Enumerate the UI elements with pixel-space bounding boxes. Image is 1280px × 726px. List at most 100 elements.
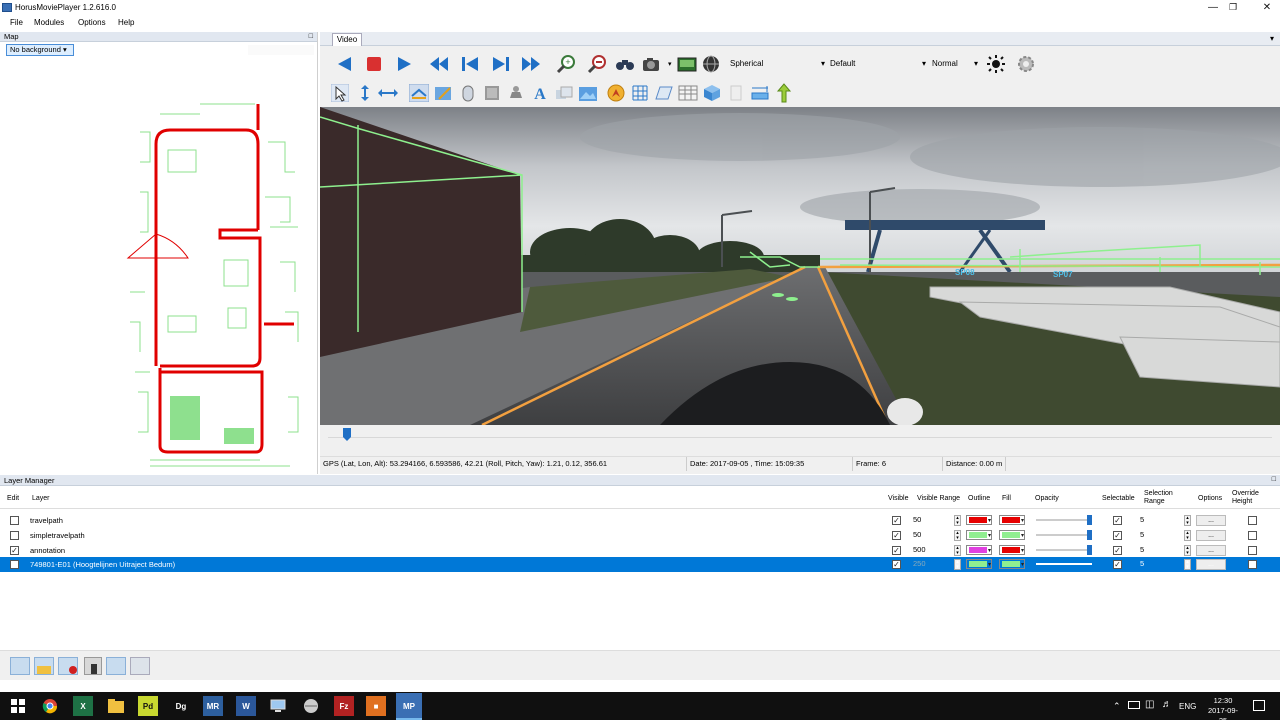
camera-dropdown-icon[interactable]: ▾ — [668, 60, 672, 68]
edit-checkbox[interactable]: ✓ — [10, 546, 19, 555]
mouse-icon[interactable] — [457, 82, 479, 104]
col-selectable[interactable]: Selectable — [1102, 495, 1135, 503]
selection-range-value[interactable]: 5 — [1140, 559, 1144, 568]
visible-range-spinner[interactable]: ▴ ▾ — [954, 545, 961, 556]
outline-color-picker[interactable]: ▾ — [966, 559, 992, 569]
profile-select[interactable]: Default ▾ — [828, 57, 926, 71]
stamp-icon[interactable] — [505, 82, 527, 104]
menu-help[interactable]: Help — [118, 18, 134, 27]
visible-range-value[interactable]: 500 — [913, 545, 951, 554]
selection-range-spinner[interactable]: ▴ ▾ — [1184, 515, 1191, 526]
opacity-slider[interactable] — [1036, 515, 1092, 525]
visible-range-spinner[interactable]: ▴ ▾ — [954, 559, 961, 570]
close-icon[interactable]: ✕ — [1250, 0, 1280, 15]
fill-color-picker[interactable]: ▾ — [999, 545, 1025, 555]
layer-row[interactable]: ✓ annotation ✓ 500 ▴ ▾ ▾ ▾ ✓ 5 ▴ ▾... — [0, 543, 1280, 558]
height-arrow-icon[interactable] — [773, 82, 795, 104]
override-height-checkbox[interactable] — [1248, 516, 1257, 525]
tab-menu-chevron-icon[interactable]: ▾ — [1270, 34, 1274, 43]
options-button[interactable]: ... — [1196, 530, 1226, 541]
visible-checkbox[interactable]: ✓ — [892, 546, 901, 555]
selectable-checkbox[interactable]: ✓ — [1113, 546, 1122, 555]
opacity-slider[interactable] — [1036, 545, 1092, 555]
taskbar-app-dg[interactable]: Dg — [171, 696, 191, 716]
outline-color-picker[interactable]: ▾ — [966, 545, 992, 555]
options-button[interactable]: ... — [1196, 559, 1226, 570]
video-frame[interactable]: SP08 SP07 — [320, 107, 1280, 425]
selectable-checkbox[interactable]: ✓ — [1113, 531, 1122, 540]
col-override-height-line2[interactable]: Height — [1232, 498, 1252, 506]
opacity-slider[interactable] — [1036, 530, 1092, 540]
horizontal-measure-icon[interactable] — [377, 82, 399, 104]
visible-checkbox[interactable]: ✓ — [892, 560, 901, 569]
visible-range-value[interactable]: 50 — [913, 530, 951, 539]
selection-range-value[interactable]: 5 — [1140, 530, 1144, 539]
visible-range-value[interactable]: 250 — [913, 559, 951, 568]
taskbar-app-mr[interactable]: MR — [203, 696, 223, 716]
excel-icon[interactable]: X — [73, 696, 93, 716]
notification-icon[interactable] — [1253, 700, 1265, 711]
layer-row[interactable]: 749801-E01 (Hoogtelijnen Uitraject Bedum… — [0, 557, 1280, 572]
ruler-icon[interactable] — [749, 82, 771, 104]
col-fill[interactable]: Fill — [1002, 495, 1011, 503]
table-icon[interactable] — [677, 82, 699, 104]
layer-properties-icon[interactable] — [130, 657, 150, 675]
col-selection-range-line1[interactable]: Selection — [1144, 490, 1173, 498]
options-button[interactable]: ... — [1196, 515, 1226, 526]
draw-tool-icon[interactable] — [432, 82, 454, 104]
visible-range-spinner[interactable]: ▴ ▾ — [954, 530, 961, 541]
zoom-in-icon[interactable]: + — [555, 53, 577, 75]
globe-app-icon[interactable] — [301, 696, 321, 716]
vertical-measure-icon[interactable] — [354, 82, 376, 104]
seek-bar[interactable] — [320, 425, 1280, 453]
compass-icon[interactable] — [605, 82, 627, 104]
visible-range-spinner[interactable]: ▴ ▾ — [954, 515, 961, 526]
col-opacity[interactable]: Opacity — [1035, 495, 1059, 503]
brightness-icon[interactable] — [985, 53, 1007, 75]
map-canvas[interactable] — [0, 32, 318, 474]
new-layer-icon[interactable] — [10, 657, 30, 675]
seek-thumb[interactable] — [342, 428, 352, 442]
select-pointer-icon[interactable] — [329, 82, 351, 104]
edit-checkbox[interactable] — [10, 531, 19, 540]
step-back-icon[interactable] — [459, 53, 481, 75]
fast-rewind-icon[interactable] — [428, 53, 450, 75]
settings-gear-icon[interactable] — [1015, 53, 1037, 75]
selection-range-spinner[interactable]: ▴ ▾ — [1184, 559, 1191, 570]
play-backward-icon[interactable] — [333, 53, 355, 75]
col-visible-range[interactable]: Visible Range — [917, 495, 960, 503]
fast-forward-icon[interactable] — [520, 53, 542, 75]
visible-range-value[interactable]: 50 — [913, 515, 951, 524]
layer-row[interactable]: travelpath ✓ 50 ▴ ▾ ▾ ▾ ✓ 5 ▴ ▾... — [0, 513, 1280, 528]
chrome-icon[interactable] — [40, 696, 60, 716]
selectable-checkbox[interactable]: ✓ — [1113, 516, 1122, 525]
restore-icon[interactable]: ❐ — [1216, 0, 1250, 15]
delete-icon[interactable] — [84, 657, 102, 675]
open-layer-icon[interactable] — [34, 657, 54, 675]
camera-icon[interactable] — [641, 53, 663, 75]
screenshot-icon[interactable] — [676, 53, 698, 75]
image-overlay-icon[interactable] — [577, 82, 599, 104]
col-layer[interactable]: Layer — [32, 495, 50, 503]
selectable-checkbox[interactable]: ✓ — [1113, 560, 1122, 569]
col-edit[interactable]: Edit — [7, 495, 19, 503]
step-forward-icon[interactable] — [490, 53, 512, 75]
cube-icon[interactable] — [701, 82, 723, 104]
visible-checkbox[interactable]: ✓ — [892, 531, 901, 540]
col-override-height-line1[interactable]: Override — [1232, 490, 1259, 498]
fill-color-picker[interactable]: ▾ — [999, 530, 1025, 540]
grid-icon[interactable] — [629, 82, 651, 104]
taskbar-app-mp[interactable]: MP — [396, 693, 422, 719]
word-icon[interactable]: W — [236, 696, 256, 716]
tray-chevron-up-icon[interactable]: ⌃ — [1113, 701, 1121, 712]
stop-icon[interactable] — [363, 53, 385, 75]
plane-tool-icon[interactable] — [653, 82, 675, 104]
windows-start-icon[interactable] — [8, 696, 28, 716]
text-tool-icon[interactable]: A — [529, 82, 551, 104]
menu-file[interactable]: File — [10, 18, 23, 27]
clock[interactable]: 12:30 2017-09-25 — [1204, 696, 1242, 726]
edit-checkbox[interactable] — [10, 516, 19, 525]
opacity-slider[interactable] — [1036, 559, 1092, 569]
override-height-checkbox[interactable] — [1248, 560, 1257, 569]
visible-checkbox[interactable]: ✓ — [892, 516, 901, 525]
